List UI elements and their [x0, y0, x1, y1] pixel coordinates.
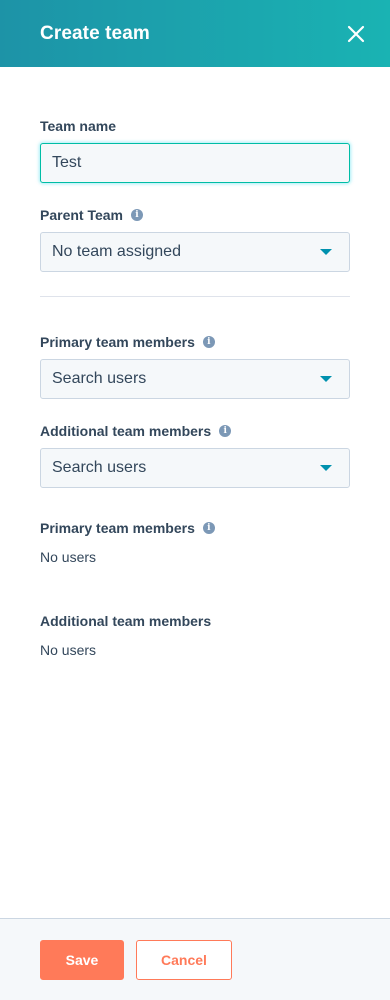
parent-team-field: Parent Team i No team assigned [40, 207, 350, 272]
additional-members-select-field: Additional team members i Search users [40, 423, 350, 488]
parent-team-selected-value: No team assigned [52, 243, 181, 260]
primary-members-search-select[interactable]: Search users [40, 359, 350, 399]
primary-members-select-label-text: Primary team members [40, 334, 195, 350]
team-name-label: Team name [40, 118, 350, 134]
additional-members-list-section: Additional team members No users [40, 613, 211, 658]
chevron-down-icon [320, 249, 332, 255]
primary-members-select-label: Primary team members i [40, 334, 350, 350]
cancel-button[interactable]: Cancel [136, 940, 232, 980]
primary-members-empty-text: No users [40, 549, 97, 565]
additional-members-empty-text: No users [40, 642, 97, 658]
info-icon[interactable]: i [131, 209, 143, 221]
team-name-input[interactable] [40, 143, 350, 183]
additional-members-search-select[interactable]: Search users [40, 448, 350, 488]
modal-footer: Save Cancel [0, 918, 390, 1000]
section-divider [40, 296, 350, 297]
primary-members-select-field: Primary team members i Search users [40, 334, 350, 399]
team-name-label-text: Team name [40, 118, 116, 134]
info-icon[interactable]: i [202, 522, 215, 534]
modal-header: Create team [0, 0, 390, 67]
info-icon[interactable]: i [219, 425, 232, 437]
save-button[interactable]: Save [40, 940, 124, 980]
chevron-down-icon [320, 465, 332, 471]
modal-title: Create team [40, 22, 150, 44]
primary-members-list-label: Primary team members i [40, 520, 215, 536]
parent-team-label-text: Parent Team [40, 207, 123, 223]
additional-members-list-label: Additional team members [40, 613, 211, 629]
parent-team-label: Parent Team i [40, 207, 350, 223]
info-icon[interactable]: i [202, 336, 215, 348]
primary-members-search-placeholder: Search users [52, 370, 147, 387]
chevron-down-icon [320, 376, 332, 382]
primary-members-list-section: Primary team members i No users [40, 520, 215, 565]
close-button[interactable] [344, 22, 368, 46]
parent-team-select[interactable]: No team assigned [40, 232, 350, 272]
close-icon [347, 25, 365, 42]
additional-members-select-label: Additional team members i [40, 423, 350, 439]
primary-members-list-label-text: Primary team members [40, 520, 195, 536]
additional-members-list-label-text: Additional team members [40, 613, 212, 629]
additional-members-select-label-text: Additional team members [40, 423, 212, 439]
additional-members-search-placeholder: Search users [52, 459, 147, 476]
team-name-field: Team name [40, 118, 350, 183]
